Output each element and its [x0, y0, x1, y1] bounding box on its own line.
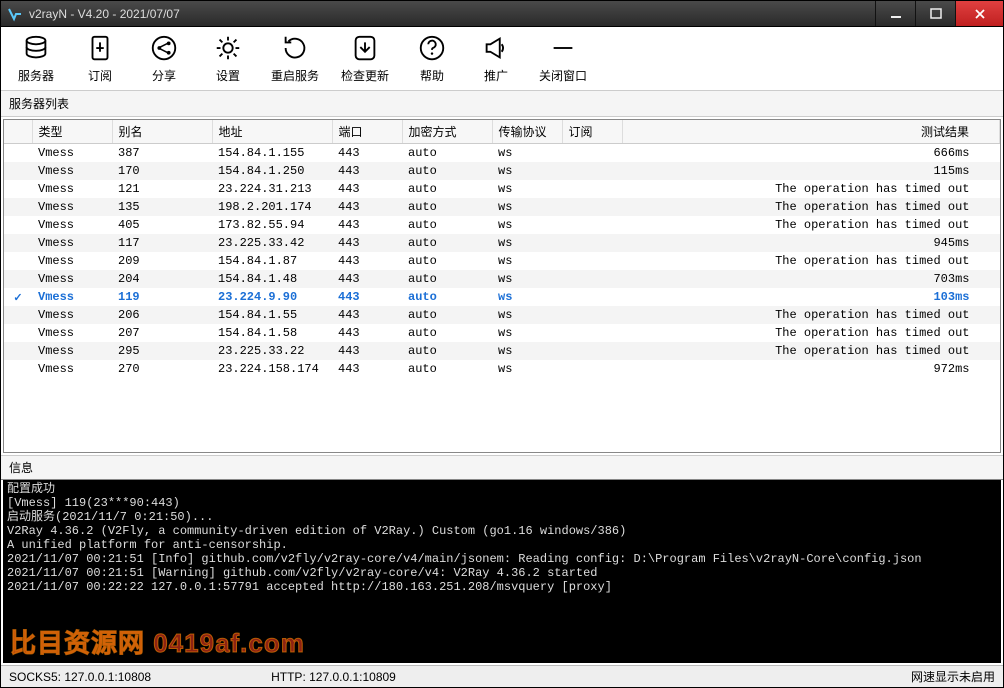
- statusbar: SOCKS5: 127.0.0.1:10808 HTTP: 127.0.0.1:…: [1, 665, 1003, 687]
- promo-button[interactable]: 推广: [475, 33, 517, 84]
- share-menu[interactable]: 分享: [143, 33, 185, 84]
- table-row[interactable]: Vmess11723.225.33.42443autows945ms: [4, 234, 1000, 252]
- status-socks: SOCKS5: 127.0.0.1:10808: [9, 670, 151, 684]
- server-list-label: 服务器列表: [1, 91, 1003, 117]
- titlebar[interactable]: v2rayN - V4.20 - 2021/07/07: [1, 1, 1003, 27]
- subscribe-menu[interactable]: 订阅: [79, 33, 121, 84]
- table-row[interactable]: Vmess209154.84.1.87443autowsThe operatio…: [4, 252, 1000, 270]
- settings-menu[interactable]: 设置: [207, 33, 249, 84]
- active-indicator-icon: ✓: [13, 292, 22, 304]
- table-row[interactable]: Vmess387154.84.1.155443autows666ms: [4, 144, 1000, 163]
- table-row[interactable]: Vmess207154.84.1.58443autowsThe operatio…: [4, 324, 1000, 342]
- close-button[interactable]: [955, 1, 1003, 26]
- bookmark-icon: [85, 33, 115, 63]
- download-icon: [350, 33, 380, 63]
- table-row[interactable]: Vmess135198.2.201.174443autowsThe operat…: [4, 198, 1000, 216]
- log-console[interactable]: 配置成功 [Vmess] 119(23***90:443) 启动服务(2021/…: [3, 480, 1001, 663]
- minimize-line-icon: [548, 33, 578, 63]
- gear-icon: [213, 33, 243, 63]
- table-row[interactable]: Vmess405173.82.55.94443autowsThe operati…: [4, 216, 1000, 234]
- status-http: HTTP: 127.0.0.1:10809: [271, 670, 396, 684]
- table-row[interactable]: Vmess204154.84.1.48443autows703ms: [4, 270, 1000, 288]
- table-row[interactable]: Vmess206154.84.1.55443autowsThe operatio…: [4, 306, 1000, 324]
- table-row[interactable]: Vmess12123.224.31.213443autowsThe operat…: [4, 180, 1000, 198]
- update-button[interactable]: 检查更新: [341, 33, 389, 84]
- window-title: v2rayN - V4.20 - 2021/07/07: [29, 7, 875, 21]
- server-menu[interactable]: 服务器: [15, 33, 57, 84]
- share-icon: [149, 33, 179, 63]
- help-icon: [417, 33, 447, 63]
- megaphone-icon: [481, 33, 511, 63]
- table-row[interactable]: Vmess170154.84.1.250443autows115ms: [4, 162, 1000, 180]
- table-row[interactable]: Vmess27023.224.158.174443autows972ms: [4, 360, 1000, 378]
- server-icon: [21, 33, 51, 63]
- restart-button[interactable]: 重启服务: [271, 33, 319, 84]
- info-label: 信息: [1, 455, 1003, 480]
- minimize-button[interactable]: [875, 1, 915, 26]
- maximize-button[interactable]: [915, 1, 955, 26]
- restart-icon: [280, 33, 310, 63]
- status-net: 网速显示未启用: [911, 668, 995, 685]
- close-window-button[interactable]: 关闭窗口: [539, 33, 587, 84]
- app-icon: [7, 6, 23, 22]
- help-menu[interactable]: 帮助: [411, 33, 453, 84]
- table-row[interactable]: ✓Vmess11923.224.9.90443autows103ms: [4, 288, 1000, 306]
- table-row[interactable]: Vmess29523.225.33.22443autowsThe operati…: [4, 342, 1000, 360]
- toolbar: 服务器 订阅 分享 设置 重启服务 检查更新 帮助 推广: [1, 27, 1003, 91]
- table-header-row[interactable]: 类型 别名 地址 端口 加密方式 传输协议 订阅 测试结果: [4, 120, 1000, 144]
- server-table[interactable]: 类型 别名 地址 端口 加密方式 传输协议 订阅 测试结果 Vmess38715…: [3, 119, 1001, 453]
